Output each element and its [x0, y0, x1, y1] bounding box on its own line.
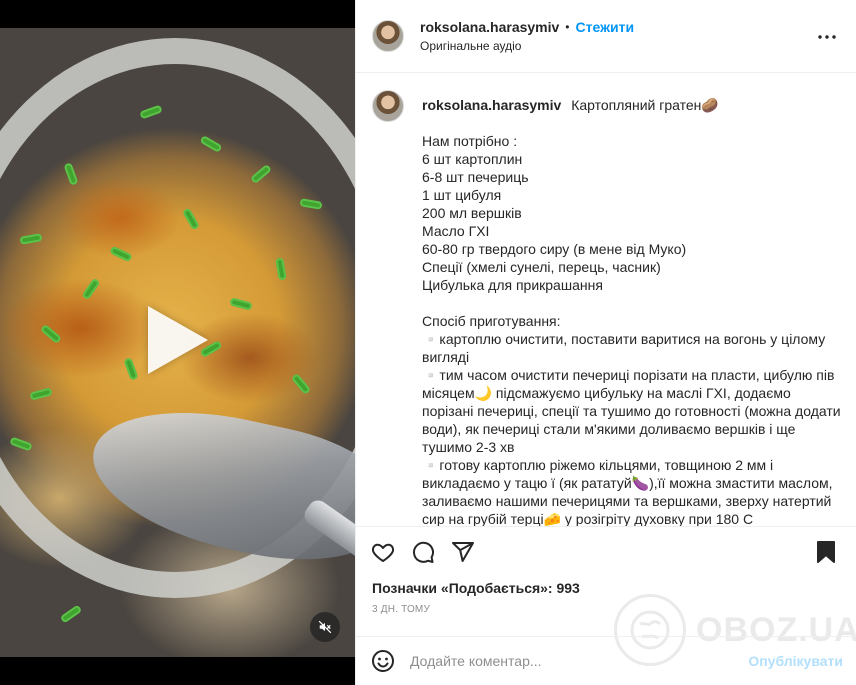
post-side-panel: roksolana.harasymiv • Стежити Оригінальн…	[355, 0, 856, 685]
caption-line: Спосіб приготування:	[422, 313, 561, 329]
caption-line: 6-8 шт печериць	[422, 169, 529, 185]
video-player[interactable]	[0, 0, 355, 685]
caption-text: Нам потрібно : 6 шт картоплин 6-8 шт печ…	[422, 132, 841, 526]
caption-line: ▫️готову картоплю ріжемо кільцями, товщи…	[422, 457, 833, 526]
header-row: roksolana.harasymiv • Стежити	[420, 19, 634, 35]
emoji-icon[interactable]	[370, 648, 396, 674]
separator-dot: •	[565, 20, 570, 34]
heart-icon[interactable]	[370, 539, 396, 565]
header-text: roksolana.harasymiv • Стежити Оригінальн…	[420, 19, 634, 53]
caption-scroll-area[interactable]: roksolana.harasymiv Картопляний гратен🥔 …	[356, 74, 856, 526]
original-audio-link[interactable]: Оригінальне аудіо	[420, 39, 634, 53]
letterbox-top	[0, 0, 355, 28]
play-icon[interactable]	[148, 306, 208, 374]
muted-speaker-icon[interactable]	[310, 612, 340, 642]
follow-button[interactable]: Стежити	[576, 19, 635, 35]
caption-line: 6 шт картоплин	[422, 151, 523, 167]
caption-line	[422, 294, 841, 312]
post-header: roksolana.harasymiv • Стежити Оригінальн…	[356, 0, 856, 73]
caption-title: Картопляний гратен🥔	[571, 97, 719, 113]
caption-line: ▫️картоплю очистити, поставити варитися …	[422, 331, 826, 365]
comment-input[interactable]	[410, 653, 741, 669]
more-options-icon[interactable]	[817, 27, 837, 47]
action-bar	[356, 526, 856, 576]
post-time[interactable]: 3 ДН. ТОМУ	[372, 604, 430, 615]
avatar[interactable]	[372, 90, 404, 122]
instagram-post: roksolana.harasymiv • Стежити Оригінальн…	[0, 0, 856, 685]
caption-line: ▫️тим часом очистити печериці порізати н…	[422, 367, 841, 455]
caption-body: roksolana.harasymiv Картопляний гратен🥔 …	[422, 90, 841, 526]
caption-username[interactable]: roksolana.harasymiv	[422, 97, 561, 113]
caption-line: Нам потрібно :	[422, 133, 518, 149]
caption-line: 200 мл вершків	[422, 205, 522, 221]
publish-button[interactable]: Опублікувати	[748, 653, 843, 669]
likes-count[interactable]: Позначки «Подобається»: 993	[372, 580, 580, 596]
comment-icon[interactable]	[410, 539, 436, 565]
caption-line: 60-80 гр твердого сиру (в мене від Муко)	[422, 241, 687, 257]
author-username[interactable]: roksolana.harasymiv	[420, 19, 559, 35]
caption-line: Спеції (хмелі сунелі, перець, часник)	[422, 259, 661, 275]
caption-title-row: roksolana.harasymiv Картопляний гратен🥔	[422, 96, 841, 114]
bookmark-icon[interactable]	[813, 539, 839, 565]
caption-line: Масло ГХІ	[422, 223, 490, 239]
caption: roksolana.harasymiv Картопляний гратен🥔 …	[372, 90, 841, 526]
letterbox-bottom	[0, 657, 355, 685]
comment-bar: Опублікувати	[356, 636, 856, 685]
caption-line: 1 шт цибуля	[422, 187, 502, 203]
caption-line: Цибулька для прикрашання	[422, 277, 603, 293]
avatar[interactable]	[372, 20, 404, 52]
share-icon[interactable]	[450, 539, 476, 565]
